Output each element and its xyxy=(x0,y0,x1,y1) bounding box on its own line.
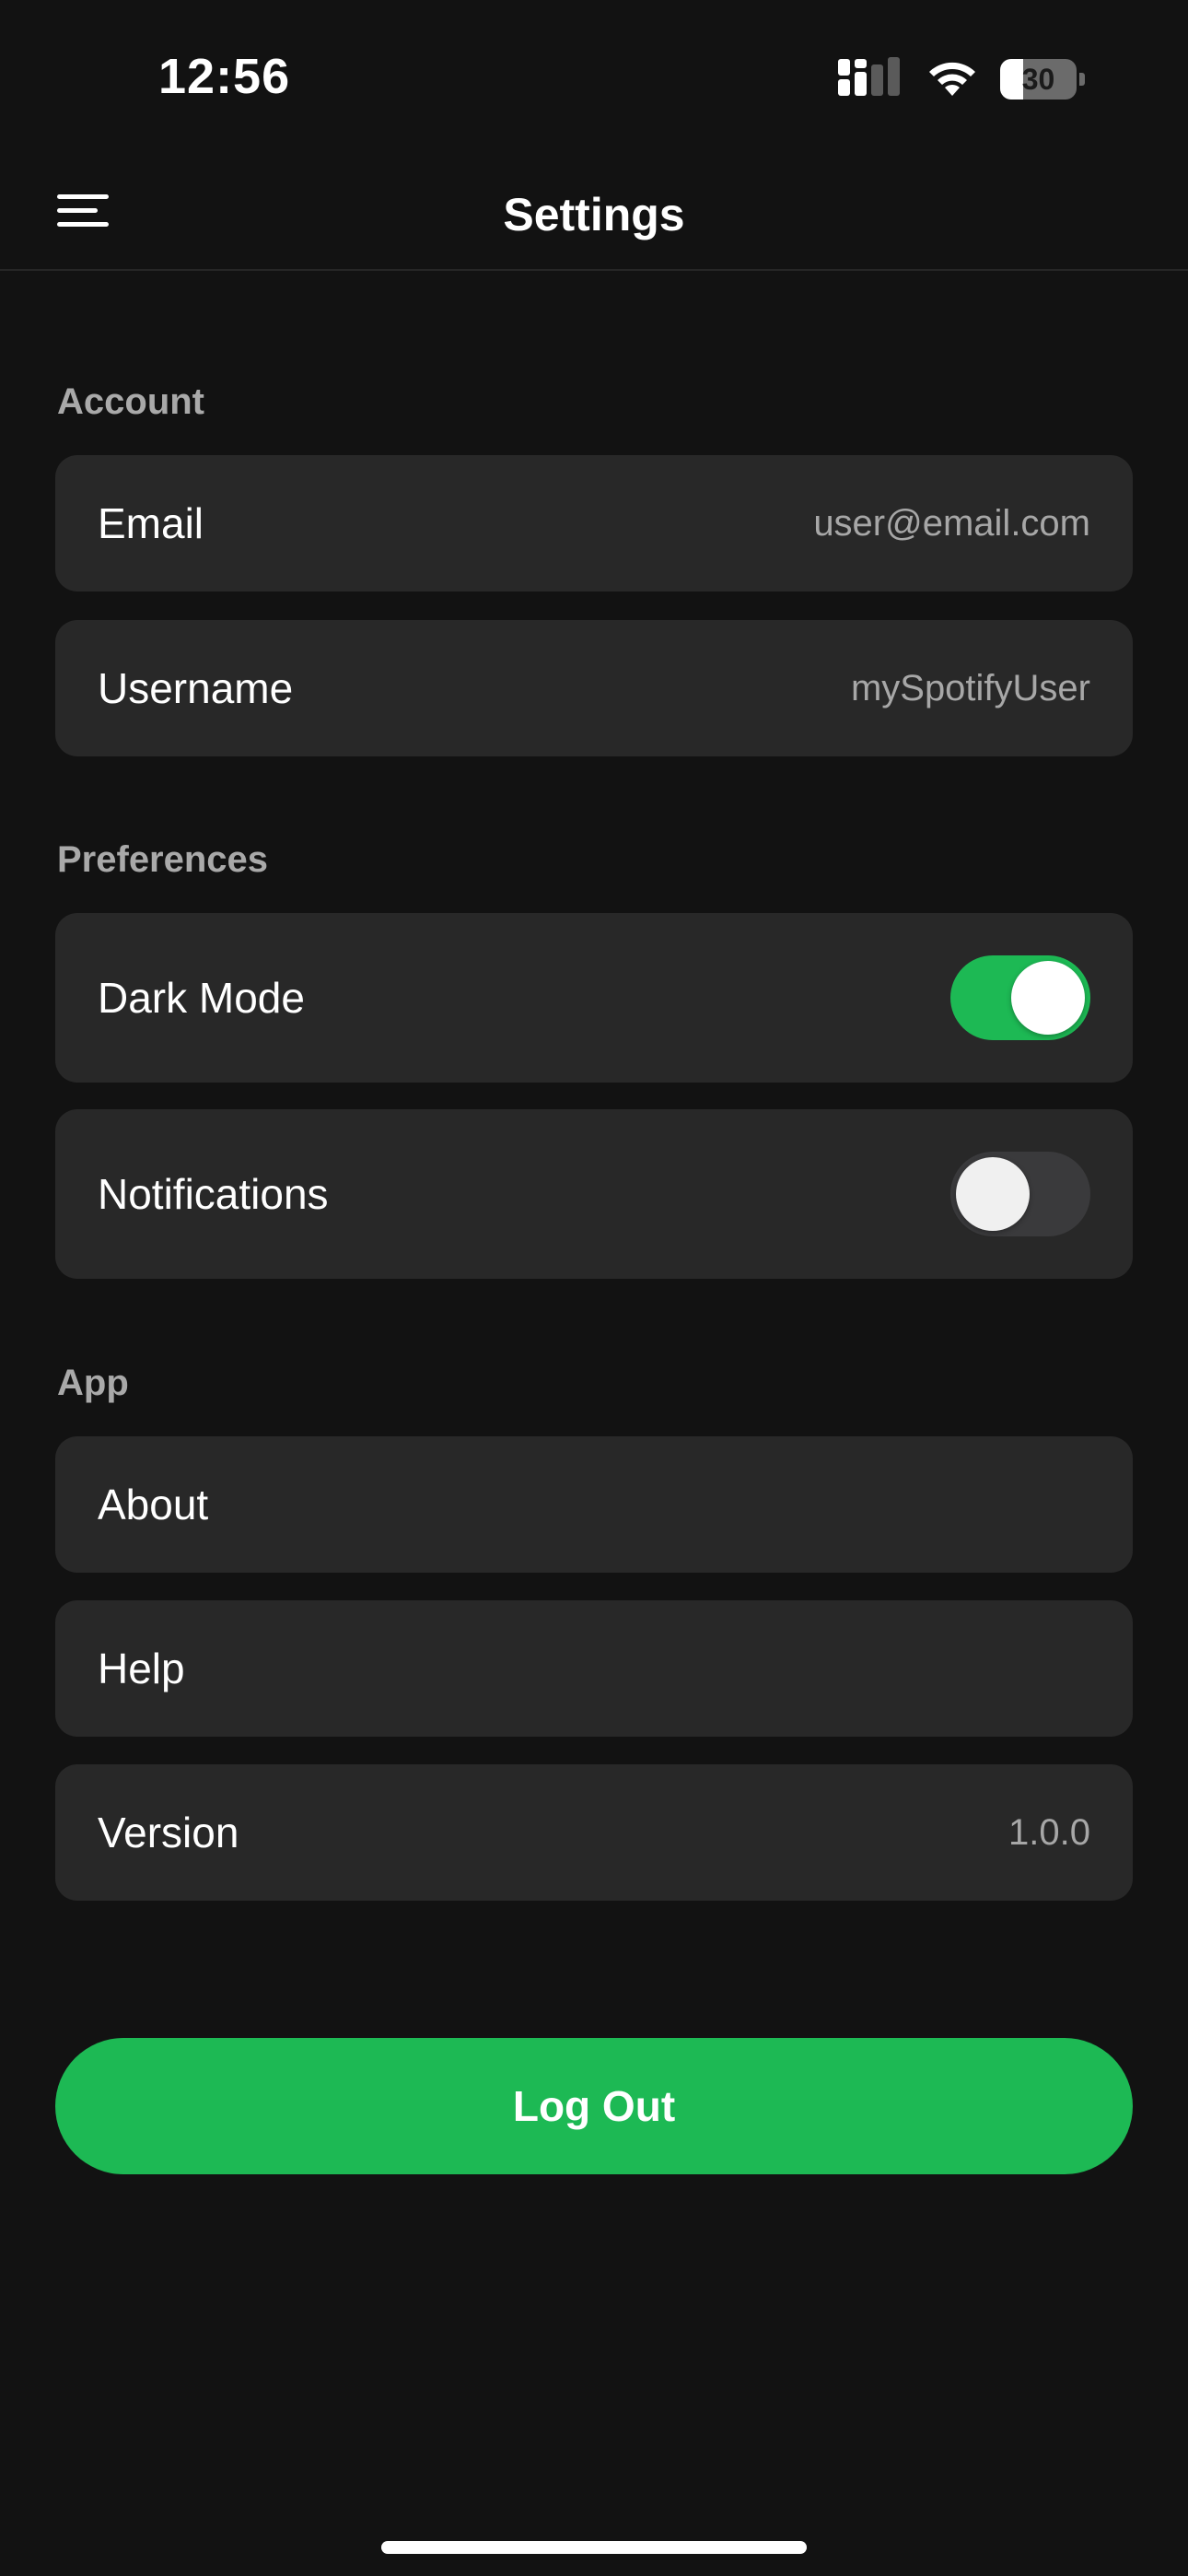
battery-icon: 30 xyxy=(1000,59,1085,100)
about-label: About xyxy=(98,1481,209,1528)
username-label: Username xyxy=(98,664,294,712)
about-row[interactable]: About xyxy=(55,1436,1133,1573)
nav-bar: Settings xyxy=(0,157,1188,271)
email-value: user@email.com xyxy=(813,502,1090,544)
section-label-account: Account xyxy=(57,381,204,422)
toggle-knob xyxy=(956,1157,1030,1231)
dark-mode-row: Dark Mode xyxy=(55,913,1133,1083)
section-label-preferences: Preferences xyxy=(57,839,269,880)
version-label: Version xyxy=(98,1809,239,1856)
dark-mode-label: Dark Mode xyxy=(98,974,305,1022)
email-label: Email xyxy=(98,499,204,547)
version-value: 1.0.0 xyxy=(1008,1811,1090,1853)
page-title: Settings xyxy=(503,189,685,240)
notifications-row: Notifications xyxy=(55,1109,1133,1279)
help-row[interactable]: Help xyxy=(55,1600,1133,1737)
username-row[interactable]: Username mySpotifyUser xyxy=(55,620,1133,756)
notifications-label: Notifications xyxy=(98,1170,329,1218)
wifi-icon xyxy=(925,57,980,102)
toggle-knob xyxy=(1011,961,1085,1035)
version-row: Version 1.0.0 xyxy=(55,1764,1133,1901)
notifications-toggle[interactable] xyxy=(950,1152,1090,1236)
home-indicator xyxy=(381,2541,807,2554)
username-value: mySpotifyUser xyxy=(850,667,1090,708)
battery-level: 30 xyxy=(1021,62,1055,96)
logout-button[interactable]: Log Out xyxy=(55,2038,1133,2174)
battery-body: 30 xyxy=(1000,59,1077,100)
status-bar: 12:56 30 xyxy=(0,0,1188,157)
help-label: Help xyxy=(98,1645,185,1692)
dark-mode-toggle[interactable] xyxy=(950,955,1090,1040)
section-label-app: App xyxy=(57,1363,129,1403)
battery-cap xyxy=(1079,73,1085,86)
status-icons: 30 xyxy=(836,56,1085,102)
email-row[interactable]: Email user@email.com xyxy=(55,455,1133,591)
status-time: 12:56 xyxy=(158,49,291,104)
cellular-signal-icon xyxy=(836,56,904,102)
